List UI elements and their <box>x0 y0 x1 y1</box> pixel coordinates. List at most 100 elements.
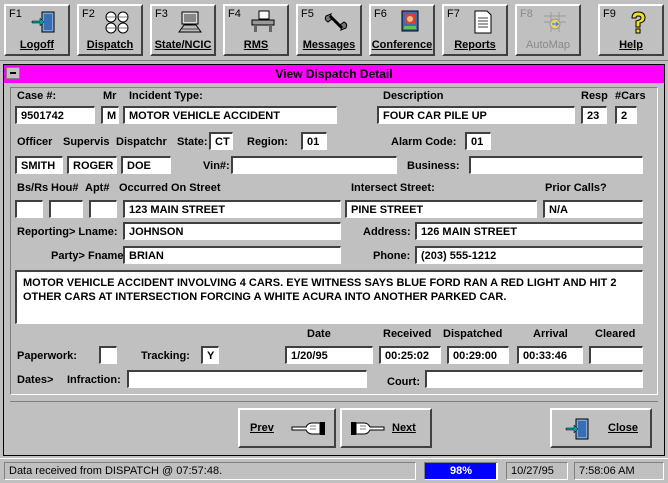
occurred-on-street-field[interactable]: 123 MAIN STREET <box>123 200 341 218</box>
mr-field[interactable]: M <box>101 106 119 124</box>
prev-button[interactable]: Prev <box>238 408 336 448</box>
close-button[interactable]: Close <box>550 408 652 448</box>
prev-button-label: Prev <box>250 422 274 434</box>
dispatch-detail-panel: Case #: Mr Incident Type: Description Re… <box>10 87 658 395</box>
fkey-label: F7 <box>447 8 460 20</box>
dispatch-globes-icon <box>105 11 129 34</box>
toolbar-button-label: Help <box>619 39 643 51</box>
conference-button[interactable]: F6 Conference <box>369 4 435 56</box>
house-number-field[interactable] <box>49 200 83 218</box>
region-field[interactable]: 01 <box>301 132 327 150</box>
party-fname-field[interactable]: BRIAN <box>123 246 341 264</box>
app-window: F1 Logoff F2 Dispatch F3 State/NCIC F4 R… <box>0 0 668 483</box>
telephone-icon <box>324 13 348 31</box>
computer-terminal-icon <box>178 11 202 33</box>
bsrs-field[interactable] <box>15 200 43 218</box>
dispatcher-field[interactable]: DOE <box>121 156 171 174</box>
fkey-label: F9 <box>603 8 616 20</box>
received-field[interactable]: 00:25:02 <box>379 346 441 364</box>
rms-button[interactable]: F4 RMS <box>223 4 289 56</box>
house-number-label: Hou# <box>51 182 79 194</box>
logoff-button[interactable]: F1 Logoff <box>4 4 70 56</box>
dialog-button-bar: Prev Next Close <box>10 401 658 452</box>
description-field[interactable]: FOUR CAR PILE UP <box>377 106 575 124</box>
officer-field[interactable]: SMITH <box>15 156 63 174</box>
phone-field[interactable]: (203) 555-1212 <box>415 246 643 264</box>
automap-button[interactable]: F8 AutoMap <box>515 4 581 56</box>
alarm-code-field[interactable]: 01 <box>465 132 491 150</box>
progress-indicator: 98% <box>424 462 498 480</box>
occurred-on-street-label: Occurred On Street <box>119 182 221 194</box>
prior-calls-field[interactable]: N/A <box>543 200 643 218</box>
state-field[interactable]: CT <box>209 132 233 150</box>
supervisor-label: Supervis <box>63 136 110 148</box>
intersect-street-label: Intersect Street: <box>351 182 435 194</box>
tracking-field[interactable]: Y <box>201 346 219 364</box>
toolbar-button-label: State/NCIC <box>154 39 212 51</box>
incident-type-label: Incident Type: <box>129 90 203 102</box>
help-button[interactable]: F9 Help <box>598 4 664 56</box>
fkey-label: F3 <box>155 8 168 20</box>
tracking-label: Tracking: <box>141 350 190 362</box>
state-ncic-button[interactable]: F3 State/NCIC <box>150 4 216 56</box>
messages-button[interactable]: F5 Messages <box>296 4 362 56</box>
logoff-door-icon <box>31 11 55 33</box>
arrival-label: Arrival <box>533 328 568 340</box>
status-date: 10/27/95 <box>506 462 568 480</box>
toolbar-button-label: Messages <box>302 39 356 51</box>
address-label: Address: <box>363 226 411 238</box>
region-label: Region: <box>247 136 288 148</box>
intersect-street-field[interactable]: PINE STREET <box>345 200 537 218</box>
date-field[interactable]: 1/20/95 <box>285 346 373 364</box>
toolbar-button-label: Logoff <box>19 39 55 51</box>
business-label: Business: <box>407 160 460 172</box>
num-cars-field[interactable]: 2 <box>615 106 637 124</box>
narrative-textarea[interactable]: MOTOR VEHICLE ACCIDENT INVOLVING 4 CARS.… <box>15 270 643 324</box>
cleared-field[interactable] <box>589 346 643 364</box>
vin-field[interactable] <box>231 156 397 174</box>
alarm-code-label: Alarm Code: <box>391 136 457 148</box>
fkey-label: F4 <box>228 8 241 20</box>
toolbar-button-label: Reports <box>454 39 496 51</box>
prior-calls-label: Prior Calls? <box>545 182 607 194</box>
incident-type-field[interactable]: MOTOR VEHICLE ACCIDENT <box>123 106 337 124</box>
case-number-field[interactable]: 9501742 <box>15 106 95 124</box>
court-field[interactable] <box>425 370 643 388</box>
business-field[interactable] <box>469 156 643 174</box>
status-bar: Data received from DISPATCH @ 07:57:48. … <box>0 458 668 483</box>
received-label: Received <box>383 328 432 340</box>
toolbar-button-label: Dispatch <box>86 39 134 51</box>
reports-button[interactable]: F7 Reports <box>442 4 508 56</box>
dialog-titlebar: View Dispatch Detail <box>4 65 664 83</box>
vin-label: Vin#: <box>203 160 230 172</box>
party-fname-label: Party> Fname: <box>51 250 128 262</box>
arrival-field[interactable]: 00:33:46 <box>517 346 583 364</box>
paperwork-field[interactable] <box>99 346 117 364</box>
cleared-label: Cleared <box>595 328 636 340</box>
resp-label: Resp <box>581 90 608 102</box>
conference-icon <box>401 10 419 32</box>
phone-label: Phone: <box>373 250 411 262</box>
mr-label: Mr <box>103 90 117 102</box>
reporting-lname-label: Reporting> Lname: <box>17 226 118 238</box>
apt-number-field[interactable] <box>89 200 117 218</box>
resp-field[interactable]: 23 <box>581 106 607 124</box>
toolbar-button-label: RMS <box>243 39 269 51</box>
pointing-hand-right-icon <box>351 422 385 435</box>
court-label: Court: <box>387 376 420 388</box>
case-number-label: Case #: <box>17 90 57 102</box>
fkey-label: F5 <box>301 8 314 20</box>
reporting-lname-field[interactable]: JOHNSON <box>123 222 341 240</box>
dispatched-field[interactable]: 00:29:00 <box>447 346 509 364</box>
help-question-icon <box>631 11 646 34</box>
dispatched-label: Dispatched <box>443 328 503 340</box>
dispatch-button[interactable]: F2 Dispatch <box>77 4 143 56</box>
supervisor-field[interactable]: ROGER <box>67 156 117 174</box>
fkey-label: F6 <box>374 8 387 20</box>
num-cars-label: #Cars <box>615 90 646 102</box>
address-field[interactable]: 126 MAIN STREET <box>415 222 643 240</box>
dialog-title: View Dispatch Detail <box>275 67 393 81</box>
next-button[interactable]: Next <box>340 408 432 448</box>
progress-label: 98% <box>449 465 473 477</box>
infraction-field[interactable] <box>127 370 367 388</box>
